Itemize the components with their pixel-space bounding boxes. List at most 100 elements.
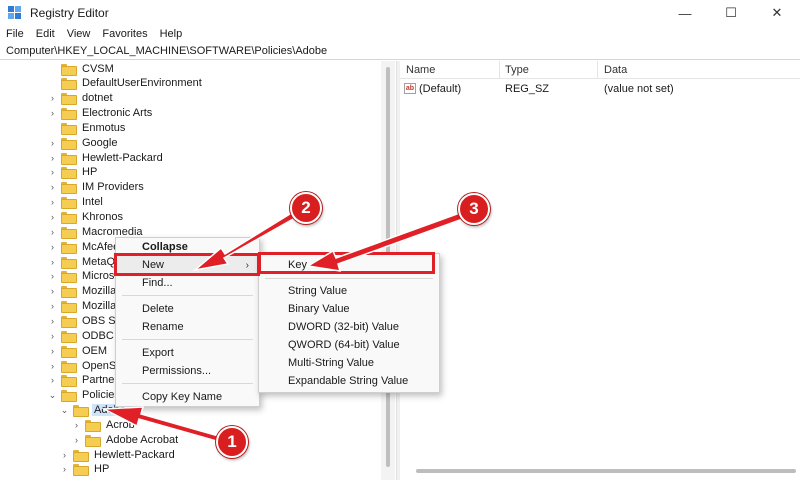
list-row[interactable]: ab (Default) REG_SZ (value not set)	[400, 82, 800, 98]
tree-item[interactable]: › MozillaF	[48, 299, 125, 314]
menu-help[interactable]: Help	[154, 28, 189, 40]
tree-item[interactable]: DefaultUserEnvironment	[48, 76, 204, 91]
tree-item[interactable]: › Mozilla	[48, 284, 118, 299]
tree-item[interactable]: › HP	[48, 165, 99, 180]
folder-icon	[61, 375, 77, 388]
tree-item[interactable]: › Khronos	[48, 210, 125, 225]
tree-item[interactable]: › McAfee	[48, 239, 121, 254]
tree-item-label: DefaultUserEnvironment	[82, 77, 202, 90]
tree-item[interactable]: › Electronic Arts	[48, 106, 154, 121]
chevron-right-icon[interactable]: ›	[60, 450, 69, 460]
menu-file[interactable]: File	[0, 28, 30, 40]
tree-item[interactable]: › Hewlett-Packard	[60, 447, 177, 462]
column-header-type[interactable]: Type	[505, 64, 529, 76]
chevron-right-icon[interactable]: ›	[48, 108, 57, 118]
menu-item-rename[interactable]: Rename	[116, 318, 259, 336]
registry-editor-icon	[8, 6, 22, 20]
chevron-right-icon[interactable]: ›	[48, 301, 57, 311]
submenu-item-dword-value[interactable]: DWORD (32-bit) Value	[259, 318, 439, 336]
chevron-right-icon[interactable]: ›	[48, 286, 57, 296]
tree-item[interactable]: › OEM	[48, 343, 109, 358]
chevron-right-icon[interactable]: ›	[48, 331, 57, 341]
folder-icon	[61, 137, 77, 150]
tree-item[interactable]: › Hewlett-Packard	[48, 150, 165, 165]
tree-item-label: Khronos	[82, 211, 123, 223]
tree-item[interactable]: CVSM	[48, 61, 116, 76]
tree-item[interactable]: › Adobe Acrobat	[72, 432, 180, 447]
chevron-down-icon[interactable]: ⌄	[48, 390, 57, 401]
chevron-right-icon[interactable]: ›	[48, 153, 57, 163]
folder-icon	[85, 419, 101, 432]
submenu-item-multi-string-value[interactable]: Multi-String Value	[259, 354, 439, 372]
menu-item-delete[interactable]: Delete	[116, 300, 259, 318]
tree-item[interactable]: › Intel	[48, 195, 105, 210]
tree-item[interactable]: › Microso	[48, 269, 123, 284]
tree-item-label: Enmotus	[82, 121, 126, 134]
chevron-right-icon[interactable]: ›	[48, 182, 57, 192]
tree-item-label: Electronic Arts	[82, 107, 153, 120]
chevron-right-icon[interactable]: ›	[48, 257, 57, 267]
chevron-right-icon[interactable]: ›	[48, 167, 57, 177]
submenu-item-expandable-string-value[interactable]: Expandable String Value	[259, 372, 439, 390]
chevron-right-icon[interactable]: ›	[48, 227, 57, 237]
submenu-item-string-value[interactable]: String Value	[259, 282, 439, 300]
tree-item-label: CVSM	[82, 62, 114, 75]
menu-edit[interactable]: Edit	[30, 28, 61, 40]
chevron-right-icon[interactable]: ›	[48, 212, 57, 222]
column-header-data[interactable]: Data	[604, 64, 627, 76]
chevron-right-icon[interactable]: ›	[48, 346, 57, 356]
tree-item[interactable]: › IM Providers	[48, 180, 146, 195]
chevron-right-icon[interactable]: ›	[72, 420, 81, 430]
tree-item[interactable]: Enmotus	[48, 120, 127, 135]
minimize-button[interactable]: —	[662, 0, 708, 26]
chevron-right-icon[interactable]: ›	[48, 138, 57, 148]
folder-icon	[73, 449, 89, 462]
chevron-right-icon[interactable]: ›	[72, 435, 81, 445]
tree-item-label: Intel	[82, 196, 103, 209]
new-submenu: Key String Value Binary Value DWORD (32-…	[258, 253, 440, 393]
tree-item[interactable]: › ODBC	[48, 328, 116, 343]
tree-item-label: HP	[94, 463, 110, 476]
chevron-down-icon[interactable]: ⌄	[60, 405, 69, 416]
menu-item-find[interactable]: Find...	[116, 274, 259, 292]
menu-separator	[265, 278, 433, 279]
chevron-right-icon[interactable]: ›	[48, 361, 57, 371]
folder-icon	[61, 390, 77, 403]
close-button[interactable]: ✕	[754, 0, 800, 26]
folder-icon	[61, 330, 77, 343]
tree-item-label: Adobe Acrobat	[106, 433, 179, 446]
tree-item[interactable]: ⌄ Policies	[48, 388, 122, 403]
column-header-name[interactable]: Name	[406, 64, 435, 76]
menu-item-permissions[interactable]: Permissions...	[116, 362, 259, 380]
maximize-button[interactable]: ☐	[708, 0, 754, 26]
menu-favorites[interactable]: Favorites	[96, 28, 153, 40]
folder-icon	[61, 315, 77, 328]
highlight-key-item	[258, 252, 435, 274]
tree-item[interactable]: › Google	[48, 135, 119, 150]
chevron-right-icon[interactable]: ›	[60, 464, 69, 474]
submenu-item-qword-value[interactable]: QWORD (64-bit) Value	[259, 336, 439, 354]
chevron-right-icon[interactable]: ›	[48, 242, 57, 252]
folder-icon	[61, 122, 77, 135]
tree-item[interactable]: › HP	[60, 462, 111, 477]
chevron-right-icon[interactable]: ›	[48, 93, 57, 103]
chevron-right-icon[interactable]: ›	[48, 197, 57, 207]
tree-item[interactable]: › Acrob	[72, 417, 137, 432]
tree-item-label: Hewlett-Packard	[94, 448, 175, 461]
list-horizontal-scrollbar[interactable]	[416, 469, 796, 473]
folder-icon	[61, 226, 77, 239]
chevron-right-icon[interactable]: ›	[48, 316, 57, 326]
submenu-item-binary-value[interactable]: Binary Value	[259, 300, 439, 318]
tree-item[interactable]: › dotnet	[48, 91, 115, 106]
menu-item-export[interactable]: Export	[116, 344, 259, 362]
tree-item[interactable]: › MetaQu	[48, 254, 123, 269]
tree-item[interactable]: › Partner	[48, 373, 120, 388]
folder-icon	[61, 241, 77, 254]
folder-icon	[61, 301, 77, 314]
chevron-right-icon[interactable]: ›	[48, 271, 57, 281]
menu-view[interactable]: View	[61, 28, 97, 40]
chevron-right-icon[interactable]: ›	[48, 375, 57, 385]
menu-item-copy-key-name[interactable]: Copy Key Name	[116, 388, 259, 406]
values-list[interactable]: Name Type Data ab (Default) REG_SZ (valu…	[400, 61, 800, 480]
address-bar[interactable]: Computer\HKEY_LOCAL_MACHINE\SOFTWARE\Pol…	[0, 43, 800, 60]
